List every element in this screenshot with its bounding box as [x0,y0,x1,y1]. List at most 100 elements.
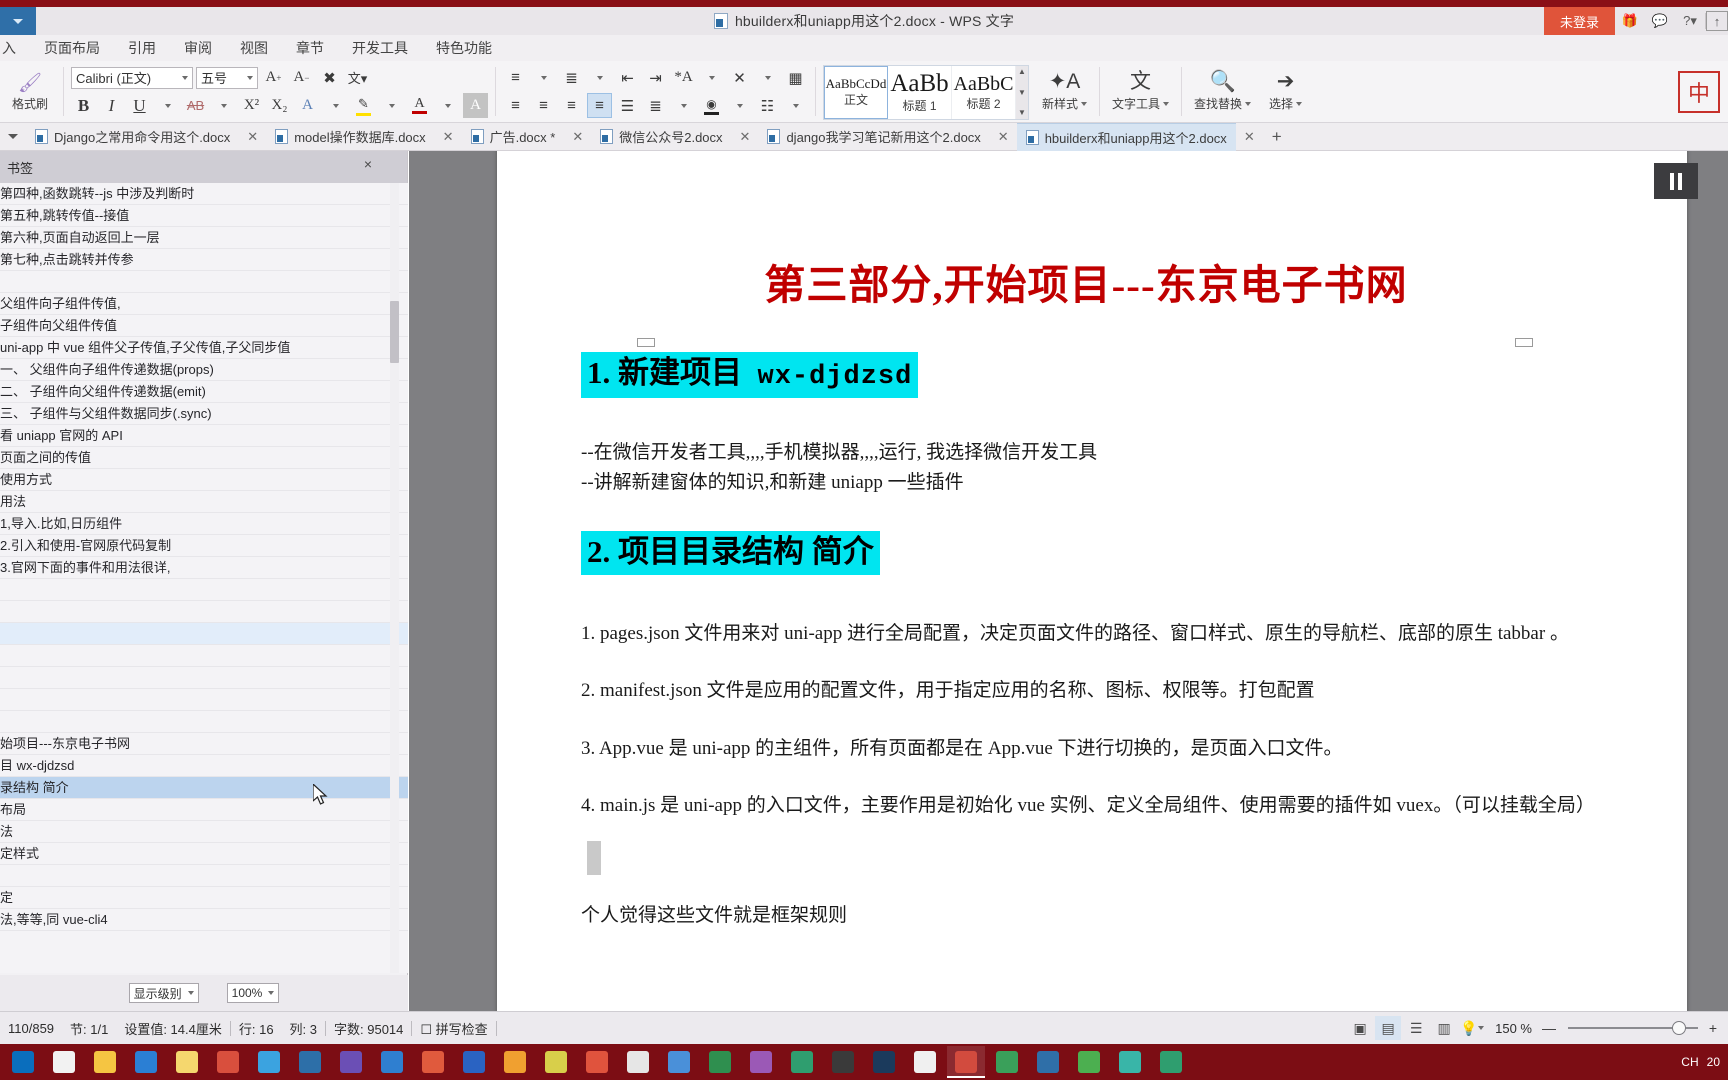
status-spellcheck[interactable]: ☐ 拼写检查 [412,1019,495,1038]
styles-scrollbar[interactable]: ▲ ▼ ▼ [1016,66,1028,119]
web-layout-icon[interactable]: ▥ [1431,1016,1457,1040]
ribbon-tab-features[interactable]: 特色功能 [422,35,506,61]
page-view-icon[interactable]: ▣ [1347,1016,1373,1040]
select-button[interactable]: ➔ 选择 [1260,63,1311,119]
folder-icon[interactable] [86,1046,124,1078]
bookmark-item[interactable]: 录结构 简介 [0,777,408,799]
font-color-dropdown-icon[interactable] [435,93,460,118]
outline-view-icon[interactable]: ☰ [1403,1016,1429,1040]
notepad-icon[interactable] [537,1046,575,1078]
pycharm-icon[interactable] [701,1046,739,1078]
decrease-indent-icon[interactable]: ⇤ [615,65,640,90]
bookmark-item[interactable]: 看 uniapp 官网的 API [0,425,408,447]
close-tab-icon[interactable]: ✕ [990,129,1017,145]
shrink-font-icon[interactable]: A − [289,65,314,90]
close-tab-icon[interactable]: ✕ [564,129,591,145]
strikethrough-dropdown-icon[interactable] [211,93,236,118]
italic-button[interactable]: I [99,93,124,118]
app-l-icon[interactable] [291,1046,329,1078]
notes-icon[interactable] [496,1046,534,1078]
underline-button[interactable]: U [127,93,152,118]
bookmark-item[interactable] [0,865,408,887]
style-item-heading-1[interactable]: AaBb 标题 1 [888,66,952,119]
document-content[interactable]: 第三部分,开始项目---东京电子书网 1. 新建项目 wx-djdzsd --在… [581,216,1595,930]
bold-button[interactable]: B [71,93,96,118]
bookmark-scrollbar-thumb[interactable] [390,301,399,363]
phonetic-guide-icon[interactable]: 文▾ [345,65,370,90]
distribute-icon[interactable]: ☰ [615,93,640,118]
bookmark-item[interactable]: 二、 子组件向父组件传递数据(emit) [0,381,408,403]
pinyin-guide-icon[interactable]: *A [671,65,696,90]
bullets-icon[interactable]: ≡ [503,65,528,90]
ribbon-tab-developer[interactable]: 开发工具 [338,35,422,61]
chrome2-icon[interactable] [906,1046,944,1078]
bookmark-item[interactable] [0,579,408,601]
zoom-out-button[interactable]: — [1542,1020,1556,1036]
panel-zoom-select[interactable]: 100% [226,983,280,1003]
bullets-dropdown-icon[interactable] [531,65,556,90]
format-painter-button[interactable]: 🖌 格式刷 [4,72,56,112]
bookmark-item[interactable] [0,711,408,733]
bookmark-item[interactable]: 布局 [0,799,408,821]
bookmark-item[interactable] [0,623,408,645]
zoom-level[interactable]: 150 % [1487,1021,1540,1036]
strikethrough-button[interactable]: AB [183,93,208,118]
borders-icon[interactable]: ☷ [755,93,780,118]
bookmark-item[interactable]: uni-app 中 vue 组件父子传值,子父传值,子父同步值 [0,337,408,359]
help-icon[interactable]: ?▾ [1675,7,1705,35]
document-tab-0[interactable]: Django之常用命令用这个.docx [26,123,239,151]
purple-icon[interactable] [742,1046,780,1078]
cloud-icon[interactable] [1111,1046,1149,1078]
bookmark-item[interactable]: 第六种,页面自动返回上一层 [0,227,408,249]
clear-format-icon[interactable]: ✖ [317,65,342,90]
browser-icon[interactable] [660,1046,698,1078]
zoom-in-button[interactable]: + [1706,1020,1720,1036]
align-left-icon[interactable]: ≡ [503,93,528,118]
style-item-normal[interactable]: AaBbCcDd 正文 [824,66,888,119]
document-tab-3[interactable]: 微信公众号2.docx [591,123,731,151]
ribbon-tab-review[interactable]: 审阅 [170,35,226,61]
green-icon[interactable] [1070,1046,1108,1078]
photoshop-icon[interactable] [865,1046,903,1078]
subscript-button[interactable]: X₂ [267,93,292,118]
bookmark-item[interactable]: 第五种,跳转传值--接值 [0,205,408,227]
bookmark-item[interactable] [0,601,408,623]
line-spacing-dropdown-icon[interactable] [671,93,696,118]
bookmark-list[interactable]: 第四种,函数跳转--js 中涉及判断时 第五种,跳转传值--接值 第六种,页面自动返… [0,183,408,973]
ribbon-tab-references[interactable]: 引用 [114,35,170,61]
bookmark-item[interactable]: 2.引入和使用-官网原代码复制 [0,535,408,557]
bookmark-item[interactable]: 始项目---东京电子书网 [0,733,408,755]
align-right-icon[interactable]: ≡ [559,93,584,118]
pycharm2-icon[interactable] [988,1046,1026,1078]
align-justify-icon[interactable]: ≡ [587,93,612,118]
explorer-icon[interactable] [373,1046,411,1078]
login-button[interactable]: 未登录 [1543,7,1615,35]
bookmark-item[interactable]: 定样式 [0,843,408,865]
tabs-menu-icon[interactable] [0,134,26,139]
bookmark-item[interactable]: 第四种,函数跳转--js 中涉及判断时 [0,183,408,205]
bookmark-item[interactable]: 用法 [0,491,408,513]
borders-dropdown-icon[interactable] [783,93,808,118]
ribbon-tab-insert[interactable]: 入 [0,35,30,61]
feedback-icon[interactable]: 💬 [1645,7,1675,35]
terminal-icon[interactable] [824,1046,862,1078]
increase-indent-icon[interactable]: ⇥ [643,65,668,90]
document-tab-5[interactable]: hbuilderx和uniapp用这个2.docx [1016,122,1236,151]
ime-indicator[interactable]: CH [1681,1055,1698,1069]
text-effects-dropdown-icon[interactable] [323,93,348,118]
document-tab-1[interactable]: model操作数据库.docx [266,123,434,151]
wps-menu-button[interactable] [0,7,36,35]
zoom-slider[interactable] [1558,1016,1704,1040]
video-pause-overlay[interactable] [1654,163,1698,199]
pinyin-dropdown-icon[interactable] [699,65,724,90]
scroll-down-icon[interactable]: ▼ [1016,87,1028,99]
superscript-button[interactable]: X² [239,93,264,118]
collapse-ribbon-icon[interactable]: ↑ [1706,11,1728,31]
bookmark-item[interactable]: 一、 父组件向子组件传递数据(props) [0,359,408,381]
gift-icon[interactable]: 🎁 [1615,7,1645,35]
shading-dropdown-icon[interactable] [727,93,752,118]
reading-mode-icon[interactable]: 💡 [1459,1016,1485,1040]
align-center-icon[interactable]: ≡ [531,93,556,118]
shading-icon[interactable]: ◉ [699,93,724,118]
highlight-dropdown-icon[interactable] [379,93,404,118]
